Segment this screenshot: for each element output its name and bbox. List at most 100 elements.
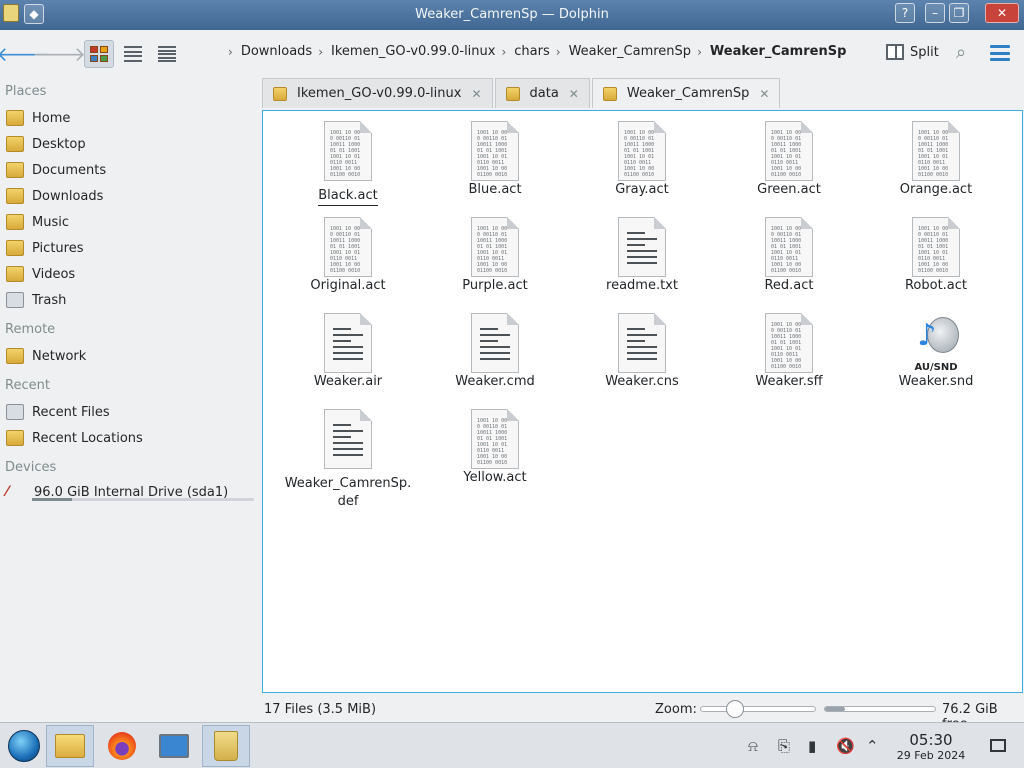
file-item[interactable]: 1001 10 00 0 00110 01 10011 1000 01 01 1…	[572, 121, 712, 199]
details-view-button[interactable]	[152, 40, 182, 68]
zoom-slider[interactable]	[700, 700, 816, 718]
sidebar-item-trash[interactable]: Trash	[6, 288, 256, 312]
breadcrumb-item-current[interactable]: Weaker_CamrenSp	[710, 44, 847, 59]
tab-close-icon[interactable]: ✕	[759, 87, 769, 101]
file-view[interactable]: 1001 10 00 0 00110 01 10011 1000 01 01 1…	[262, 110, 1023, 693]
file-item[interactable]: 1001 10 00 0 00110 01 10011 1000 01 01 1…	[425, 409, 565, 487]
compact-view-icon	[124, 46, 142, 62]
sidebar-item-downloads[interactable]: Downloads	[6, 184, 256, 208]
trash-icon	[6, 292, 24, 308]
file-name: Weaker.cmd	[455, 374, 535, 389]
places-panel: Places Home Desktop Documents Downloads …	[0, 78, 262, 696]
close-button[interactable]: ✕	[985, 3, 1019, 23]
section-remote: Remote	[5, 322, 56, 337]
file-item[interactable]: 1001 10 00 0 00110 01 10011 1000 01 01 1…	[866, 121, 1006, 199]
sidebar-item-videos[interactable]: Videos	[6, 262, 256, 286]
muted-speaker-icon[interactable]: 🔇	[836, 737, 855, 755]
file-item[interactable]: readme.txt	[572, 217, 712, 295]
breadcrumb-item-downloads[interactable]: Downloads	[241, 44, 312, 59]
icons-view-button[interactable]	[84, 40, 114, 68]
file-name: Orange.act	[899, 182, 973, 197]
split-button[interactable]: Split	[886, 44, 939, 60]
chevron-up-icon[interactable]: ⌃	[866, 737, 879, 755]
tab-close-icon[interactable]: ✕	[471, 87, 481, 101]
tab-label: data	[529, 86, 559, 101]
file-item[interactable]: Weaker.cns	[572, 313, 712, 391]
clipboard-icon[interactable]: ⎘	[778, 737, 790, 755]
file-name: Black.act	[318, 187, 378, 206]
taskbar-firefox[interactable]	[98, 725, 146, 767]
file-item[interactable]: Weaker_CamrenSp.def	[278, 409, 418, 511]
sidebar-item-pictures[interactable]: Pictures	[6, 236, 256, 260]
hard-drive-icon: ⁄	[6, 484, 9, 500]
sidebar-item-label: Desktop	[32, 136, 86, 152]
taskbar-dolphin-window[interactable]	[202, 725, 250, 767]
shopping-bag-icon	[214, 731, 238, 761]
file-item[interactable]: 1001 10 00 0 00110 01 10011 1000 01 01 1…	[278, 121, 418, 206]
file-item[interactable]: Weaker.cmd	[425, 313, 565, 391]
breadcrumb-item-weaker-parent[interactable]: Weaker_CamrenSp	[569, 44, 691, 59]
file-item[interactable]: 1001 10 00 0 00110 01 10011 1000 01 01 1…	[425, 217, 565, 295]
tab-label: Ikemen_GO-v0.99.0-linux	[297, 86, 462, 101]
taskbar-file-manager[interactable]	[46, 725, 94, 767]
folder-icon	[55, 734, 85, 758]
desktop-folder-icon	[6, 136, 24, 152]
file-name: Weaker.air	[313, 374, 383, 389]
tab-data[interactable]: data ✕	[494, 78, 590, 108]
tab-bar: Ikemen_GO-v0.99.0-linux ✕ data ✕ Weaker_…	[262, 78, 782, 108]
file-name: Yellow.act	[463, 470, 527, 485]
sidebar-item-home[interactable]: Home	[6, 106, 256, 130]
text-file-icon	[618, 313, 666, 373]
sidebar-item-recent-locations[interactable]: Recent Locations	[6, 426, 256, 450]
file-name: readme.txt	[606, 278, 678, 293]
tab-ikemen[interactable]: Ikemen_GO-v0.99.0-linux ✕	[262, 78, 493, 108]
folder-icon	[505, 86, 520, 101]
file-item[interactable]: 1001 10 00 0 00110 01 10011 1000 01 01 1…	[719, 313, 859, 391]
sidebar-item-network[interactable]: Network	[6, 344, 256, 368]
sidebar-item-documents[interactable]: Documents	[6, 158, 256, 182]
sidebar-item-label: Downloads	[32, 188, 104, 204]
taskbar-system-settings[interactable]	[150, 725, 198, 767]
breadcrumb-item-chars[interactable]: chars	[514, 44, 549, 59]
file-item[interactable]: 1001 10 00 0 00110 01 10011 1000 01 01 1…	[866, 217, 1006, 295]
start-menu-button[interactable]	[0, 725, 48, 767]
forward-button[interactable]: 🡒	[32, 40, 86, 68]
file-name: Robot.act	[904, 278, 968, 293]
file-item[interactable]: 1001 10 00 0 00110 01 10011 1000 01 01 1…	[278, 217, 418, 295]
show-desktop-button[interactable]	[990, 739, 1006, 752]
clock[interactable]: 05:30 29 Feb 2024	[893, 731, 969, 762]
file-item[interactable]: 1001 10 00 0 00110 01 10011 1000 01 01 1…	[719, 217, 859, 295]
arrow-right-icon: 🡒	[32, 42, 86, 66]
file-item[interactable]: 1001 10 00 0 00110 01 10011 1000 01 01 1…	[425, 121, 565, 199]
sidebar-item-desktop[interactable]: Desktop	[6, 132, 256, 156]
file-item[interactable]: Weaker.air	[278, 313, 418, 391]
bell-icon[interactable]: ⍾	[748, 737, 758, 755]
file-item[interactable]: 1001 10 00 0 00110 01 10011 1000 01 01 1…	[719, 121, 859, 199]
minimize-button[interactable]: –	[925, 3, 945, 23]
sidebar-item-label: Music	[32, 214, 69, 230]
sidebar-item-recent-files[interactable]: Recent Files	[6, 400, 256, 424]
file-item[interactable]: ♪ AU/SND Weaker.snd	[866, 313, 1006, 391]
start-orb-icon	[8, 730, 40, 762]
tab-close-icon[interactable]: ✕	[569, 87, 579, 101]
binary-file-icon: 1001 10 00 0 00110 01 10011 1000 01 01 1…	[471, 409, 519, 469]
breadcrumb-separator-icon: ›	[697, 44, 702, 59]
sidebar-item-music[interactable]: Music	[6, 210, 256, 234]
search-button[interactable]: ⌕	[956, 42, 966, 63]
help-button[interactable]: ?	[895, 3, 915, 23]
compact-view-button[interactable]	[118, 40, 148, 68]
battery-icon[interactable]: ▮	[808, 737, 816, 755]
binary-file-icon: 1001 10 00 0 00110 01 10011 1000 01 01 1…	[912, 121, 960, 181]
taskbar: ⍾ ⎘ ▮ 🔇 ⌃ 05:30 29 Feb 2024	[0, 722, 1024, 768]
tab-label: Weaker_CamrenSp	[626, 86, 750, 101]
hamburger-menu-button[interactable]	[990, 45, 1010, 61]
breadcrumb-separator-icon: ›	[318, 44, 324, 59]
zoom-slider-handle[interactable]	[726, 700, 745, 718]
maximize-button[interactable]: ❐	[949, 3, 969, 23]
tab-weaker-camrensp[interactable]: Weaker_CamrenSp ✕	[591, 78, 781, 108]
audio-file-icon: ♪ AU/SND	[914, 317, 959, 373]
file-name: Blue.act	[468, 182, 522, 197]
binary-file-icon: 1001 10 00 0 00110 01 10011 1000 01 01 1…	[471, 121, 519, 181]
breadcrumb-item-ikemen[interactable]: Ikemen_GO-v0.99.0-linux	[331, 44, 495, 59]
downloads-folder-icon	[6, 188, 24, 204]
